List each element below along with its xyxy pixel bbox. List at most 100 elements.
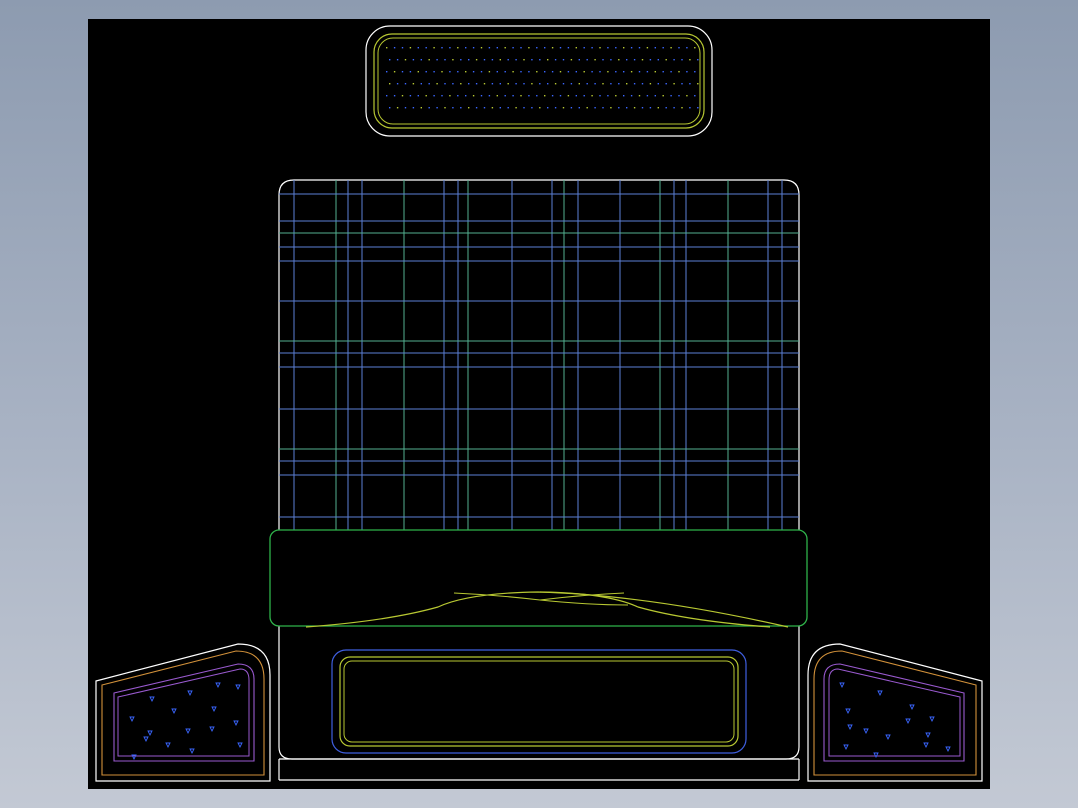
- grille-dot: [586, 107, 588, 109]
- grille-dot: [441, 71, 443, 73]
- grille-dot: [575, 47, 577, 49]
- grille-dot: [404, 59, 407, 61]
- grille-dot: [396, 59, 399, 61]
- speckle-mark: [905, 718, 911, 725]
- grille-dot: [436, 83, 438, 85]
- grille-dot: [460, 83, 462, 85]
- grille-dot: [599, 47, 601, 49]
- grille-dot: [670, 95, 672, 97]
- speckle-mark: [945, 746, 951, 753]
- grille-dot: [578, 59, 580, 61]
- grille-dot: [452, 59, 454, 61]
- grille-dot: [504, 47, 506, 49]
- grille-dot: [686, 71, 688, 73]
- grille-dot: [536, 95, 538, 97]
- mattress: [278, 179, 800, 760]
- grille-dot: [449, 71, 451, 73]
- grille-dot: [586, 59, 588, 61]
- nightstand-right-speckle: [839, 682, 951, 759]
- grille-dot: [694, 47, 696, 49]
- grille-dot: [488, 47, 491, 49]
- grille-dot: [507, 83, 509, 85]
- grille-dot: [386, 95, 388, 97]
- grille-dot: [428, 107, 430, 109]
- grille-dot: [468, 59, 470, 61]
- grille-dot: [575, 71, 577, 73]
- grille-dot: [570, 83, 573, 85]
- footboard-inner: [343, 660, 735, 743]
- speckle-mark: [189, 748, 195, 755]
- grille-dot: [665, 107, 667, 109]
- grille-dot: [449, 95, 451, 97]
- grille-dot: [633, 59, 636, 61]
- speckle-mark: [209, 726, 215, 733]
- speckle-mark: [877, 690, 883, 697]
- grille-dot: [657, 83, 659, 85]
- grille-dot: [673, 59, 675, 61]
- grille-dot: [441, 47, 443, 49]
- grille-dot: [444, 59, 446, 61]
- grille-dot: [638, 47, 641, 49]
- grille-dot: [559, 95, 562, 97]
- grille-dot: [531, 107, 533, 109]
- grille-dot: [559, 47, 562, 49]
- grille-dot: [483, 83, 486, 85]
- grille-dot: [409, 71, 412, 73]
- grille-dot: [673, 83, 675, 85]
- speckle-mark: [187, 690, 193, 697]
- headboard-inner-2: [377, 37, 701, 125]
- grille-dot: [618, 83, 620, 85]
- grille-dot: [480, 95, 483, 97]
- cad-viewport[interactable]: [88, 19, 990, 789]
- grille-dot: [389, 83, 391, 85]
- grille-dot: [562, 107, 565, 109]
- grille-dot: [512, 47, 514, 49]
- grille-dot: [689, 59, 691, 61]
- grille-dot: [583, 95, 585, 97]
- grille-dot: [536, 47, 538, 49]
- mattress-outline: [278, 179, 800, 760]
- speckle-mark: [235, 684, 241, 691]
- grille-dot: [594, 83, 596, 85]
- grille-dot: [662, 95, 664, 97]
- grille-dot: [499, 83, 501, 85]
- grille-dot: [412, 59, 415, 61]
- grille-dot: [623, 95, 625, 97]
- grille-dot: [626, 59, 628, 61]
- grille-dot: [465, 95, 467, 97]
- grille-dot: [496, 95, 498, 97]
- grille-dot: [662, 47, 664, 49]
- speckle-mark: [925, 732, 931, 739]
- grille-dot: [670, 71, 672, 73]
- grille-dot: [681, 83, 683, 85]
- grille-dot: [623, 47, 625, 49]
- grille-dot: [654, 71, 656, 73]
- grille-dot: [491, 107, 494, 109]
- grille-dot: [638, 95, 641, 97]
- grille-dot: [678, 47, 680, 49]
- speckle-mark: [863, 728, 869, 735]
- grille-dot: [626, 107, 628, 109]
- grille-dot: [531, 59, 533, 61]
- grille-dot: [465, 71, 467, 73]
- grille-dot: [641, 107, 644, 109]
- grille-dot: [472, 95, 475, 97]
- headboard-grille: [365, 25, 713, 137]
- grille-dot: [480, 47, 483, 49]
- grille-dot: [544, 47, 546, 49]
- grille-dot: [425, 47, 427, 49]
- grille-dot: [520, 95, 522, 97]
- grille-dot: [575, 95, 577, 97]
- speckle-mark: [839, 682, 845, 689]
- grille-dot: [649, 59, 652, 61]
- grille-dot: [457, 71, 459, 73]
- grille-dot: [657, 59, 659, 61]
- grille-dot: [610, 107, 612, 109]
- grille-dot: [507, 59, 509, 61]
- grille-dot: [539, 59, 541, 61]
- grille-dot: [599, 95, 601, 97]
- cad-drawing[interactable]: [88, 19, 990, 789]
- grille-dot: [578, 107, 580, 109]
- grille-dot: [468, 83, 470, 85]
- grille-dot: [544, 95, 546, 97]
